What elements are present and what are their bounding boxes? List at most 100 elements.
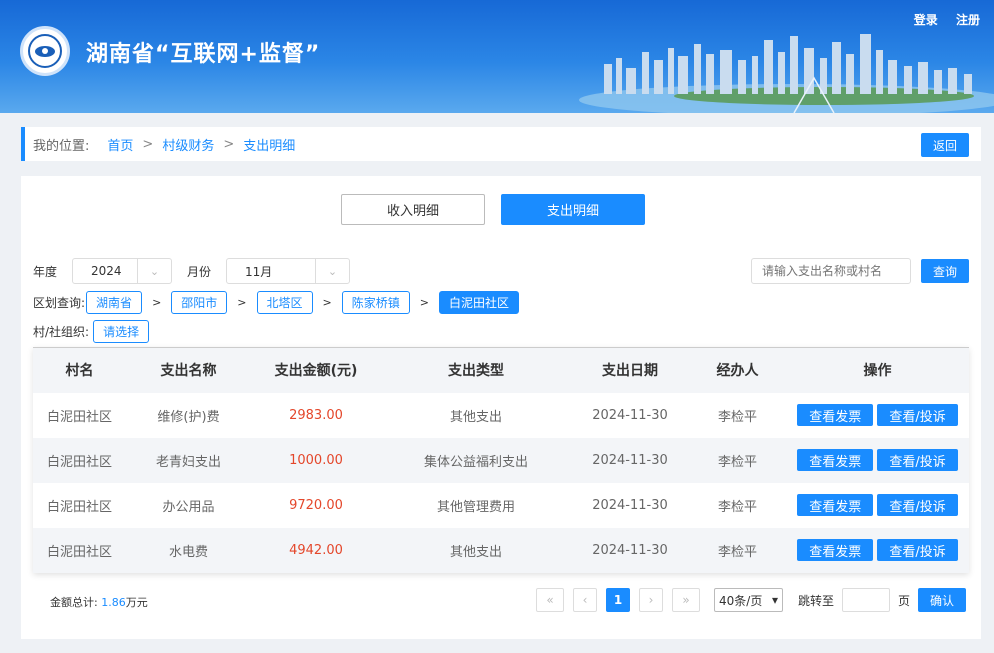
region-label: 区划查询: bbox=[33, 295, 86, 310]
detail-tabs: 收入明细 支出明细 bbox=[341, 194, 645, 225]
chevron-right-icon: > bbox=[223, 136, 235, 152]
last-page-icon[interactable]: » bbox=[672, 588, 700, 612]
tab-expense-detail[interactable]: 支出明细 bbox=[501, 194, 645, 225]
total-label: 金额总计: bbox=[50, 596, 98, 609]
back-button[interactable]: 返回 bbox=[921, 133, 969, 157]
site-title: 湖南省“互联网+监督” bbox=[86, 42, 321, 67]
chevron-right-icon: > bbox=[142, 136, 154, 152]
confirm-jump-button[interactable]: 确认 bbox=[918, 588, 967, 612]
region-chip-province[interactable]: 湖南省 bbox=[86, 290, 143, 314]
view-complaint-button[interactable]: 查看/投诉 bbox=[877, 449, 958, 471]
cell-date: 2024-11-30 bbox=[571, 527, 689, 573]
site-header: 湖南省“互联网+监督” 登录 注册 bbox=[0, 0, 994, 113]
auth-links: 登录 注册 bbox=[900, 11, 980, 28]
view-invoice-button[interactable]: 查看发票 bbox=[797, 494, 874, 516]
page-size-select[interactable]: 40条/页 ▾ bbox=[714, 588, 783, 612]
year-select[interactable]: 2024 ⌄ bbox=[72, 258, 173, 284]
cell-type: 其他支出 bbox=[381, 392, 571, 438]
first-page-icon[interactable]: « bbox=[536, 588, 564, 612]
org-select-button[interactable]: 请选择 bbox=[93, 319, 150, 343]
cell-amount: 2983.00 bbox=[251, 392, 381, 438]
cell-type: 其他支出 bbox=[381, 527, 571, 573]
prev-page-icon[interactable]: ‹ bbox=[573, 588, 597, 612]
pagination: « ‹ 1 › » 40条/页 ▾ 跳转至 页 确认 bbox=[536, 588, 967, 612]
login-link[interactable]: 登录 bbox=[914, 13, 938, 27]
view-complaint-button[interactable]: 查看/投诉 bbox=[877, 539, 958, 561]
cell-actions: 查看发票 查看/投诉 bbox=[786, 482, 969, 528]
cell-amount: 9720.00 bbox=[251, 482, 381, 528]
chevron-right-icon: > bbox=[237, 295, 247, 309]
cell-type: 其他管理费用 bbox=[381, 482, 571, 528]
next-page-icon[interactable]: › bbox=[639, 588, 663, 612]
cell-actions: 查看发票 查看/投诉 bbox=[786, 437, 969, 483]
region-chip-district[interactable]: 北塔区 bbox=[256, 290, 313, 314]
breadcrumb-expense-detail[interactable]: 支出明细 bbox=[243, 135, 295, 154]
chevron-down-icon: ⌄ bbox=[137, 259, 171, 283]
eye-icon bbox=[35, 45, 55, 57]
col-header-village: 村名 bbox=[33, 347, 126, 393]
site-logo bbox=[20, 26, 70, 76]
cell-village: 白泥田社区 bbox=[33, 482, 126, 528]
view-invoice-button[interactable]: 查看发票 bbox=[797, 449, 874, 471]
table-row: 白泥田社区 老青妇支出 1000.00 集体公益福利支出 2024-11-30 … bbox=[33, 437, 969, 483]
query-button[interactable]: 查询 bbox=[921, 259, 969, 283]
cell-amount: 4942.00 bbox=[251, 527, 381, 573]
filter-panel: 年度 2024 ⌄ 月份 11月 ⌄ 查询 区划查询: 湖南省 > 邵阳市 > … bbox=[33, 258, 969, 344]
jump-page-input[interactable] bbox=[842, 588, 891, 612]
cell-handler: 李检平 bbox=[689, 527, 786, 573]
col-header-date: 支出日期 bbox=[571, 347, 689, 393]
main-panel: 收入明细 支出明细 年度 2024 ⌄ 月份 11月 ⌄ 查询 区划查询: 湖南… bbox=[21, 176, 981, 639]
table-row: 白泥田社区 维修(护)费 2983.00 其他支出 2024-11-30 李检平… bbox=[33, 392, 969, 438]
view-invoice-button[interactable]: 查看发票 bbox=[797, 404, 874, 426]
breadcrumb-label: 我的位置: bbox=[33, 138, 90, 154]
total-value: 1.86 bbox=[101, 596, 126, 609]
search-input[interactable] bbox=[751, 258, 911, 284]
month-select[interactable]: 11月 ⌄ bbox=[226, 258, 351, 284]
cell-handler: 李检平 bbox=[689, 482, 786, 528]
page-number-current[interactable]: 1 bbox=[606, 588, 630, 612]
chevron-right-icon: > bbox=[152, 295, 162, 309]
view-complaint-button[interactable]: 查看/投诉 bbox=[877, 404, 958, 426]
cell-name: 办公用品 bbox=[126, 482, 251, 528]
col-header-name: 支出名称 bbox=[126, 347, 251, 393]
col-header-type: 支出类型 bbox=[381, 347, 571, 393]
cell-date: 2024-11-30 bbox=[571, 437, 689, 483]
cell-date: 2024-11-30 bbox=[571, 392, 689, 438]
chevron-right-icon: > bbox=[419, 295, 429, 309]
breadcrumb-home[interactable]: 首页 bbox=[107, 135, 133, 154]
cell-name: 水电费 bbox=[126, 527, 251, 573]
cell-date: 2024-11-30 bbox=[571, 482, 689, 528]
breadcrumb: 我的位置: 首页 > 村级财务 > 支出明细 返回 bbox=[21, 127, 981, 161]
org-label: 村/社组织: bbox=[33, 324, 90, 339]
cell-village: 白泥田社区 bbox=[33, 437, 126, 483]
chevron-down-icon: ▾ bbox=[771, 593, 778, 607]
cell-name: 维修(护)费 bbox=[126, 392, 251, 438]
breadcrumb-village-finance[interactable]: 村级财务 bbox=[162, 135, 214, 154]
view-complaint-button[interactable]: 查看/投诉 bbox=[877, 494, 958, 516]
region-chip-community[interactable]: 白泥田社区 bbox=[438, 290, 519, 314]
expense-table: 村名 支出名称 支出金额(元) 支出类型 支出日期 经办人 操作 白泥田社区 维… bbox=[33, 347, 969, 573]
page-unit-label: 页 bbox=[898, 593, 911, 608]
cell-actions: 查看发票 查看/投诉 bbox=[786, 392, 969, 438]
chevron-down-icon: ⌄ bbox=[315, 259, 349, 283]
col-header-actions: 操作 bbox=[786, 347, 969, 393]
total-unit: 万元 bbox=[125, 596, 148, 609]
cell-type: 集体公益福利支出 bbox=[381, 437, 571, 483]
month-label: 月份 bbox=[187, 264, 212, 279]
view-invoice-button[interactable]: 查看发票 bbox=[797, 539, 874, 561]
cell-actions: 查看发票 查看/投诉 bbox=[786, 527, 969, 573]
col-header-handler: 经办人 bbox=[689, 347, 786, 393]
col-header-amount: 支出金额(元) bbox=[251, 347, 381, 393]
cell-name: 老青妇支出 bbox=[126, 437, 251, 483]
region-chip-town[interactable]: 陈家桥镇 bbox=[341, 290, 410, 314]
register-link[interactable]: 注册 bbox=[956, 13, 980, 27]
region-chip-city[interactable]: 邵阳市 bbox=[171, 290, 228, 314]
cell-village: 白泥田社区 bbox=[33, 527, 126, 573]
city-skyline-image bbox=[579, 34, 994, 113]
cell-handler: 李检平 bbox=[689, 392, 786, 438]
tab-income-detail[interactable]: 收入明细 bbox=[341, 194, 485, 225]
cell-amount: 1000.00 bbox=[251, 437, 381, 483]
chevron-right-icon: > bbox=[322, 295, 332, 309]
table-row: 白泥田社区 办公用品 9720.00 其他管理费用 2024-11-30 李检平… bbox=[33, 482, 969, 528]
table-row: 白泥田社区 水电费 4942.00 其他支出 2024-11-30 李检平 查看… bbox=[33, 527, 969, 573]
